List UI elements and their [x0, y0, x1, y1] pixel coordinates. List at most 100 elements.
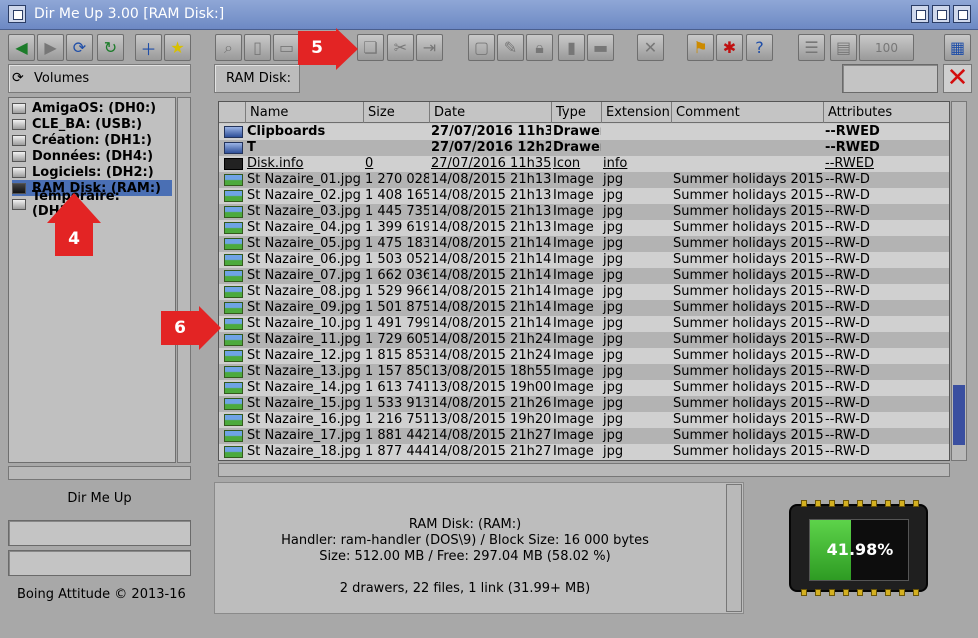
column-header[interactable]: Comment	[671, 102, 823, 123]
path-button[interactable]: RAM Disk:	[214, 64, 300, 93]
chip-pin	[871, 589, 877, 596]
depth-icon[interactable]	[953, 5, 971, 23]
protect-icon[interactable]: 🔒︎	[526, 34, 553, 61]
volume-item[interactable]: AmigaOS: (DH0:)	[12, 100, 172, 116]
table-row[interactable]: St Nazaire_18.jpg 1 877 444 14/08/2015 21h…	[219, 444, 949, 460]
volume-list-scrollbar[interactable]	[177, 97, 191, 463]
table-row[interactable]: St Nazaire_07.jpg 1 662 036 14/08/2015 21h…	[219, 268, 949, 284]
image-icon	[224, 174, 243, 186]
column-header[interactable]: Date	[429, 102, 551, 123]
cell-comment: Summer holidays 2015	[673, 188, 823, 203]
move-icon[interactable]: ⇥	[416, 34, 443, 61]
info-scrollbar[interactable]	[726, 484, 742, 612]
delete-icon[interactable]: ▮	[558, 34, 585, 61]
cell-attr: --RW-D	[825, 444, 870, 459]
image-icon	[224, 254, 243, 266]
close-path-icon[interactable]: ✕	[943, 64, 972, 93]
cell-ext: jpg	[603, 364, 624, 379]
info-icon[interactable]: ▯	[244, 34, 271, 61]
comment-icon[interactable]: ✎	[497, 34, 524, 61]
table-row[interactable]: St Nazaire_17.jpg 1 881 442 14/08/2015 21h…	[219, 428, 949, 444]
cut-icon[interactable]: ✂	[387, 34, 414, 61]
table-row[interactable]: St Nazaire_05.jpg 1 475 183 14/08/2015 21h…	[219, 236, 949, 252]
file-list-scrollbar[interactable]	[951, 101, 967, 461]
image-icon	[224, 382, 243, 394]
volumes-header[interactable]: ⟳ Volumes	[8, 64, 191, 93]
cell-ext: jpg	[603, 252, 624, 267]
table-row[interactable]: St Nazaire_15.jpg 1 533 913 14/08/2015 21h…	[219, 396, 949, 412]
prefs-icon[interactable]: ▦	[944, 34, 971, 61]
chip-pin	[801, 500, 807, 507]
image-icon	[224, 430, 243, 442]
table-row[interactable]: St Nazaire_04.jpg 1 399 619 14/08/2015 21h…	[219, 220, 949, 236]
favorite-star-icon[interactable]: ★	[164, 34, 191, 61]
assign-icon[interactable]: ⚑	[687, 34, 714, 61]
cell-attr: --RWED	[825, 124, 880, 139]
path-field[interactable]	[842, 64, 938, 93]
settings-icon[interactable]: ?	[746, 34, 773, 61]
table-row[interactable]: St Nazaire_12.jpg 1 815 853 14/08/2015 21h…	[219, 348, 949, 364]
table-row[interactable]: St Nazaire_16.jpg 1 216 751 13/08/2015 19h…	[219, 412, 949, 428]
column-header[interactable]: Size	[363, 102, 429, 123]
table-row[interactable]: St Nazaire_01.jpg 1 270 028 14/08/2015 21h…	[219, 172, 949, 188]
table-row[interactable]: Disk.info 0 27/07/2016 11h35 Icon info --RWED	[219, 156, 949, 172]
copy-icon[interactable]: ❏	[357, 34, 384, 61]
volumes-refresh-icon[interactable]: ⟳	[12, 70, 24, 86]
cell-attr: --RW-D	[825, 300, 870, 315]
cell-name: St Nazaire_04.jpg	[247, 220, 361, 235]
chip-pin	[885, 589, 891, 596]
table-row[interactable]: St Nazaire_08.jpg 1 529 966 14/08/2015 21h…	[219, 284, 949, 300]
hard-disk-icon	[12, 118, 26, 130]
title-bar[interactable]: Dir Me Up 3.00 [RAM Disk:]	[0, 0, 978, 30]
cell-ext: jpg	[603, 300, 624, 315]
forward-icon[interactable]: ▶	[37, 34, 64, 61]
zoom-window-icon[interactable]	[932, 5, 950, 23]
zoom-icon[interactable]: ⌕	[215, 34, 242, 61]
format-icon[interactable]: ▬	[587, 34, 614, 61]
new-drawer-icon[interactable]: ＋	[135, 34, 162, 61]
volume-list[interactable]: AmigaOS: (DH0:) CLE_BA: (USB:) Création: (…	[8, 97, 176, 463]
file-list[interactable]: Name Size Date Type Extension Comment Attribut…	[218, 101, 950, 461]
table-row[interactable]: St Nazaire_06.jpg 1 503 052 14/08/2015 21h…	[219, 252, 949, 268]
image-icon	[224, 238, 243, 250]
table-row[interactable]: St Nazaire_10.jpg 1 491 799 14/08/2015 21h…	[219, 316, 949, 332]
refresh-icon[interactable]: ⟳	[66, 34, 93, 61]
cell-name: St Nazaire_17.jpg	[247, 428, 361, 443]
image-icon	[224, 222, 243, 234]
table-row[interactable]: St Nazaire_14.jpg 1 613 741 13/08/2015 19h…	[219, 380, 949, 396]
execute-icon[interactable]: ✱	[716, 34, 743, 61]
column-header[interactable]: Attributes	[823, 102, 949, 123]
column-header[interactable]: Type	[551, 102, 601, 123]
table-row[interactable]: St Nazaire_11.jpg 1 729 605 14/08/2015 21h…	[219, 332, 949, 348]
file-list-hscrollbar[interactable]	[218, 463, 950, 477]
table-row[interactable]: Clipboards 27/07/2016 11h35 Drawer --RWED	[219, 124, 949, 140]
zoom-level-icon[interactable]: 100	[859, 34, 914, 61]
volume-item[interactable]: Logiciels: (DH2:)	[12, 164, 172, 180]
table-row[interactable]: St Nazaire_03.jpg 1 445 735 14/08/2015 21h…	[219, 204, 949, 220]
open-icon[interactable]: ▢	[468, 34, 495, 61]
cancel-icon[interactable]: ✕	[637, 34, 664, 61]
table-row[interactable]: T 27/07/2016 12h24 Drawer --RWED	[219, 140, 949, 156]
iconify-icon[interactable]	[911, 5, 929, 23]
file-list-scroll-thumb[interactable]	[953, 385, 965, 445]
table-row[interactable]: St Nazaire_09.jpg 1 501 875 14/08/2015 21h…	[219, 300, 949, 316]
column-icon[interactable]	[219, 102, 245, 123]
cell-name: St Nazaire_08.jpg	[247, 284, 361, 299]
table-row[interactable]: St Nazaire_13.jpg 1 157 850 13/08/2015 18h…	[219, 364, 949, 380]
table-row[interactable]: St Nazaire_02.jpg 1 408 165 14/08/2015 21h…	[219, 188, 949, 204]
cell-date: 14/08/2015 21h14	[431, 284, 551, 299]
icon-view-icon[interactable]: ▤	[830, 34, 857, 61]
reload-icon[interactable]: ↻	[97, 34, 124, 61]
rename-icon[interactable]: ▭	[273, 34, 300, 61]
volume-list-hscrollbar[interactable]	[8, 466, 191, 480]
list-view-icon[interactable]: ☰	[798, 34, 825, 61]
column-header[interactable]: Extension	[601, 102, 671, 123]
back-icon[interactable]: ◀	[8, 34, 35, 61]
column-header[interactable]: Name	[245, 102, 363, 123]
volume-item[interactable]: Données: (DH4:)	[12, 148, 172, 164]
cell-type: Image	[553, 332, 594, 347]
volume-item[interactable]: CLE_BA: (USB:)	[12, 116, 172, 132]
volume-item[interactable]: Création: (DH1:)	[12, 132, 172, 148]
cell-date: 13/08/2015 19h20	[431, 412, 551, 427]
close-window-icon[interactable]	[8, 5, 26, 23]
